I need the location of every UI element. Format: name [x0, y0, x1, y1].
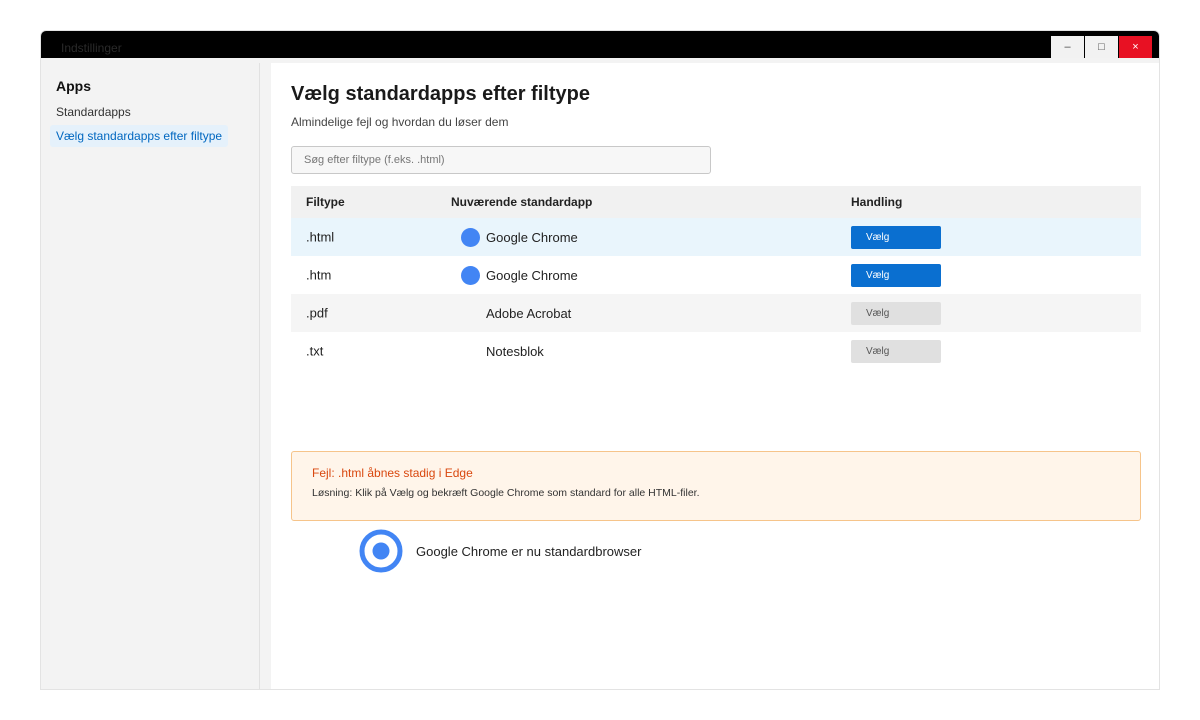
- app-name: Notesblok: [486, 343, 544, 359]
- header-handling: Handling: [851, 195, 903, 209]
- status-indicator: Google Chrome er nu standardbrowser: [359, 529, 641, 573]
- filetype-cell: .txt: [306, 343, 324, 359]
- filetype-cell: .pdf: [306, 305, 328, 321]
- app-name: Adobe Acrobat: [486, 305, 572, 321]
- choose-button[interactable]: Vælg: [851, 340, 941, 363]
- main-content: Vælg standardapps efter filtype Almindel…: [271, 63, 1159, 689]
- maximize-button[interactable]: □: [1085, 36, 1118, 58]
- page-title: Vælg standardapps efter filtype: [291, 83, 590, 105]
- sidebar-item-filetype[interactable]: Vælg standardapps efter filtype: [50, 125, 229, 147]
- chrome-icon: [461, 265, 480, 285]
- settings-window: Indstillinger – □ × Apps Standardapps Væ…: [40, 30, 1160, 690]
- filetype-search-input[interactable]: [291, 146, 711, 174]
- sidebar: Apps Standardapps Vælg standardapps efte…: [41, 63, 260, 689]
- filetype-table: Filtype Nuværende standardapp Handling .…: [291, 186, 1141, 370]
- minimize-button[interactable]: –: [1051, 36, 1084, 58]
- app-name: Google Chrome: [486, 229, 578, 245]
- choose-button[interactable]: Vælg: [851, 226, 941, 249]
- choose-button[interactable]: Vælg: [851, 264, 941, 287]
- table-row[interactable]: .pdf Adobe Acrobat Vælg: [291, 294, 1141, 332]
- app-cell: Adobe Acrobat: [461, 294, 571, 332]
- window-title: Indstillinger: [61, 41, 122, 55]
- error-title: Fejl: .html åbnes stadig i Edge: [312, 466, 473, 480]
- title-bar: Indstillinger – □ ×: [41, 31, 1159, 58]
- error-message-box: Fejl: .html åbnes stadig i Edge Løsning:…: [291, 451, 1141, 521]
- app-cell: Notesblok: [461, 332, 544, 370]
- table-row[interactable]: .txt Notesblok Vælg: [291, 332, 1141, 370]
- app-cell: Google Chrome: [461, 256, 578, 294]
- filetype-cell: .htm: [306, 267, 332, 283]
- app-name: Google Chrome: [486, 267, 578, 283]
- sidebar-item-standardapps[interactable]: Standardapps: [56, 105, 131, 119]
- close-button[interactable]: ×: [1119, 36, 1152, 58]
- table-header: Filtype Nuværende standardapp Handling: [291, 186, 1141, 218]
- sidebar-title: Apps: [56, 78, 91, 94]
- app-cell: Google Chrome: [461, 218, 578, 256]
- header-app: Nuværende standardapp: [451, 195, 593, 209]
- filetype-cell: .html: [306, 229, 335, 245]
- header-filtype: Filtype: [306, 195, 345, 209]
- radio-selected-icon: [359, 529, 403, 573]
- status-text: Google Chrome er nu standardbrowser: [416, 543, 642, 559]
- table-row[interactable]: .htm Google Chrome Vælg: [291, 256, 1141, 294]
- chrome-icon: [461, 227, 480, 247]
- table-row[interactable]: .html Google Chrome Vælg: [291, 218, 1141, 256]
- page-subtitle: Almindelige fejl og hvordan du løser dem: [291, 115, 509, 129]
- choose-button[interactable]: Vælg: [851, 302, 941, 325]
- error-solution: Løsning: Klik på Vælg og bekræft Google …: [312, 487, 700, 499]
